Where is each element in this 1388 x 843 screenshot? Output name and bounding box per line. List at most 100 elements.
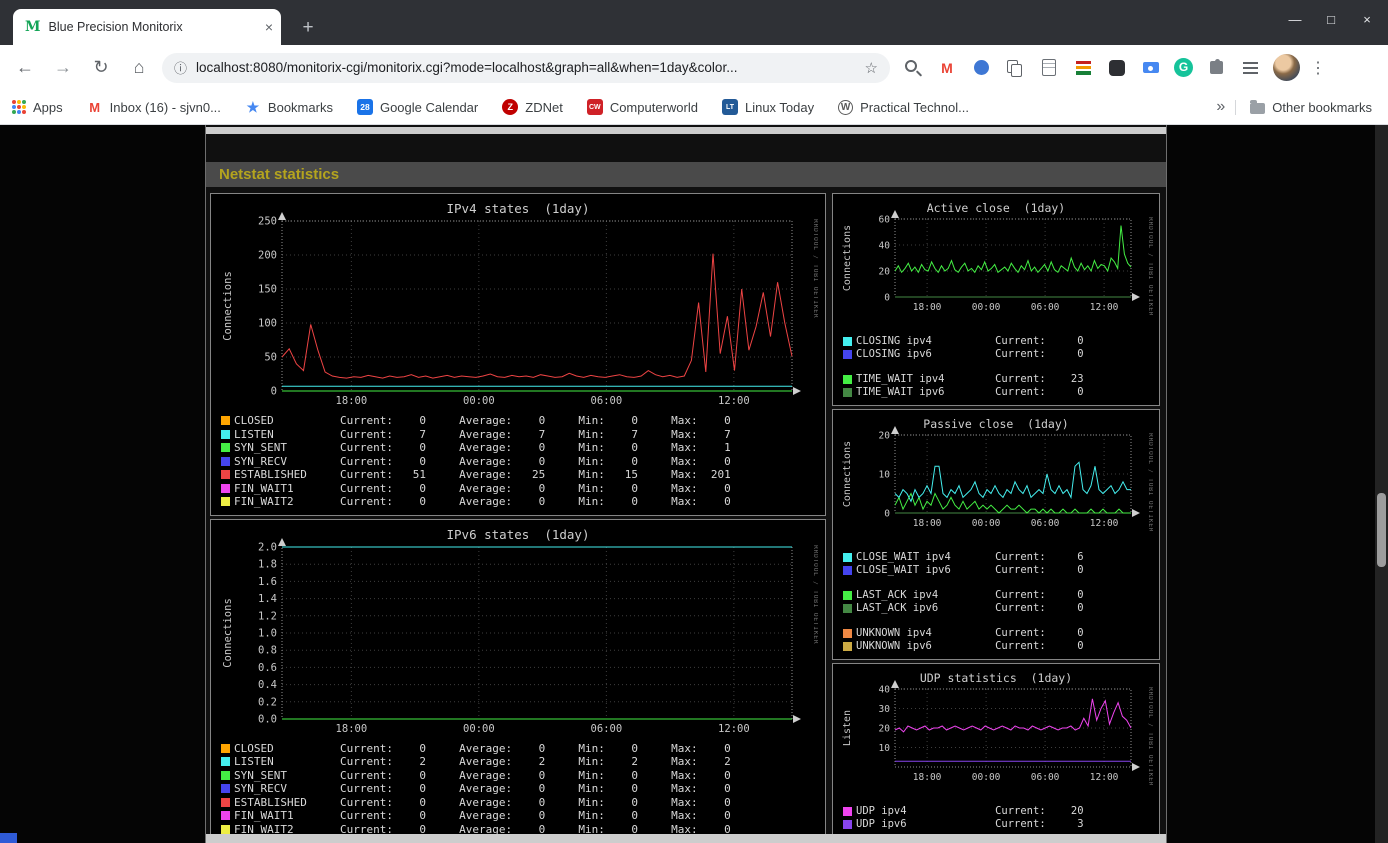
graph-udp-statistics[interactable]: UDP statistics (1day) Listen RRDTOOL / TOB… [839, 669, 1153, 785]
new-tab-button[interactable]: + [295, 15, 321, 41]
tab-close-icon[interactable]: × [265, 19, 273, 35]
svg-text:10: 10 [879, 470, 891, 481]
svg-text:RRDTOOL / TOBI OETIKER: RRDTOOL / TOBI OETIKER [1147, 433, 1153, 531]
close-button[interactable]: × [1360, 12, 1374, 27]
copy-extension-icon[interactable] [1004, 57, 1026, 79]
legend-swatch [843, 553, 852, 562]
svg-text:06:00: 06:00 [1031, 772, 1060, 783]
stack-extension-icon[interactable] [1072, 57, 1094, 79]
legend-row-closed: CLOSED Current: 0 Average: 0 Min: 0 Max:… [211, 742, 825, 756]
other-bookmarks-label: Other bookmarks [1272, 99, 1372, 115]
bookmark-star-icon[interactable]: ☆ [865, 59, 878, 77]
bookmark-apps[interactable]: Apps [12, 100, 63, 115]
back-button[interactable]: ← [12, 57, 38, 78]
bookmark-zdnet[interactable]: Z ZDNet [502, 99, 563, 115]
svg-text:1.0: 1.0 [258, 627, 277, 639]
legend-swatch [221, 743, 230, 753]
svg-text:18:00: 18:00 [913, 772, 942, 783]
monitorix-container: Netstat statistics IPv4 states (1day) Con… [205, 125, 1167, 843]
legend-text: LAST_ACK ipv6 Current: 0 [856, 602, 1084, 614]
svg-text:40: 40 [879, 241, 891, 252]
graphs-column-side: Active close (1day) Connections RRDTOOL / … [832, 193, 1160, 841]
minimize-button[interactable]: — [1288, 12, 1302, 27]
home-button[interactable]: ⌂ [126, 57, 152, 78]
grammarly-extension-icon[interactable]: G [1174, 58, 1193, 77]
legend-row-established: ESTABLISHED Current: 51 Average: 25 Min:… [211, 468, 825, 482]
forward-button[interactable]: → [50, 57, 76, 78]
search-icon[interactable] [902, 57, 924, 79]
svg-text:18:00: 18:00 [913, 518, 942, 529]
legend-text: FIN_WAIT1 Current: 0 Average: 0 Min: 0 M… [234, 481, 731, 495]
svg-text:RRDTOOL / TOBI OETIKER: RRDTOOL / TOBI OETIKER [1147, 687, 1153, 785]
address-bar[interactable]: ⓘ localhost:8080/monitorix-cgi/monitorix… [162, 52, 890, 83]
legend-row-fin_wait1: FIN_WAIT1 Current: 0 Average: 0 Min: 0 M… [211, 482, 825, 496]
bookmark-inbox[interactable]: M Inbox (16) - sjvn0... [87, 99, 221, 115]
legend-swatch [221, 784, 230, 794]
graph-passive-close[interactable]: Passive close (1day) Connections RRDTOOL /… [839, 415, 1153, 531]
url-text[interactable]: localhost:8080/monitorix-cgi/monitorix.c… [196, 60, 857, 75]
camera-extension-icon[interactable] [1140, 57, 1162, 79]
legend-text: CLOSING ipv4 Current: 0 [856, 335, 1084, 347]
star-icon: ★ [246, 98, 260, 115]
legend-row-closing-ipv6: CLOSING ipv6 Current: 0 [833, 348, 1159, 361]
dark-extension-icon[interactable] [1106, 57, 1128, 79]
legend-text: ESTABLISHED Current: 0 Average: 0 Min: 0… [234, 795, 731, 809]
browser-toolbar: ← → ↻ ⌂ ⓘ localhost:8080/monitorix-cgi/m… [0, 45, 1388, 90]
svg-text:RRDTOOL / TOBI OETIKER: RRDTOOL / TOBI OETIKER [1147, 217, 1153, 315]
gmail-extension-icon[interactable]: M [936, 57, 958, 79]
browser-tab[interactable]: M Blue Precision Monitorix × [13, 9, 281, 45]
svg-text:0: 0 [884, 509, 890, 520]
keep-extension-icon[interactable] [970, 57, 992, 79]
site-info-icon[interactable]: ⓘ [174, 58, 187, 77]
bookmark-label: Google Calendar [379, 99, 479, 115]
legend-row-udp-ipv4: UDP ipv4 Current: 20 [833, 805, 1159, 818]
graph-ipv4-states[interactable]: IPv4 states (1day) Connections RRDTOOL / T… [218, 199, 818, 409]
computerworld-icon: CW [586, 99, 603, 115]
legend-row-last_ack-ipv6: LAST_ACK ipv6 Current: 0 [833, 602, 1159, 615]
bookmark-label: Computerworld [609, 99, 698, 115]
profile-avatar[interactable] [1273, 54, 1300, 81]
legend-row-unknown-ipv4: UNKNOWN ipv4 Current: 0 [833, 627, 1159, 640]
scrollbar-thumb[interactable] [1377, 493, 1386, 567]
svg-text:Connections: Connections [222, 271, 234, 341]
browser-menu-icon[interactable]: ⋮ [1310, 57, 1326, 79]
bookmark-label: Apps [33, 99, 63, 115]
bookmarks-overflow-icon[interactable]: » [1206, 98, 1235, 116]
other-bookmarks[interactable]: Other bookmarks [1235, 99, 1372, 115]
svg-text:60: 60 [879, 215, 891, 226]
svg-text:06:00: 06:00 [591, 395, 623, 407]
bookmark-google-calendar[interactable]: 28 Google Calendar [356, 99, 479, 115]
bookmark-computerworld[interactable]: CW Computerworld [586, 99, 698, 115]
calendar-icon: 28 [356, 99, 373, 115]
svg-text:150: 150 [258, 284, 277, 296]
bookmark-bookmarks[interactable]: ★ Bookmarks [245, 99, 333, 115]
bottom-left-fragment [0, 833, 17, 843]
svg-text:18:00: 18:00 [336, 395, 368, 407]
legend-text: FIN_WAIT2 Current: 0 Average: 0 Min: 0 M… [234, 495, 731, 508]
panel-ipv6-states: IPv6 states (1day) Connections RRDTOOL / T… [210, 518, 826, 843]
legend-row-udp-ipv6: UDP ipv6 Current: 3 [833, 818, 1159, 831]
legend-row-closed: CLOSED Current: 0 Average: 0 Min: 0 Max:… [211, 414, 825, 428]
legend-row-fin_wait2: FIN_WAIT2 Current: 0 Average: 0 Min: 0 M… [211, 495, 825, 509]
reading-list-icon[interactable] [1239, 57, 1261, 79]
legend-row-listen: LISTEN Current: 7 Average: 7 Min: 7 Max:… [211, 428, 825, 442]
legend-row-listen: LISTEN Current: 2 Average: 2 Min: 2 Max:… [211, 755, 825, 769]
section-title: Netstat statistics [219, 166, 340, 183]
legend-swatch [843, 604, 852, 613]
maximize-button[interactable]: □ [1324, 12, 1338, 27]
bookmark-practical-technology[interactable]: W Practical Technol... [838, 99, 969, 115]
bookmark-linux-today[interactable]: LT Linux Today [721, 99, 814, 115]
graph-active-close[interactable]: Active close (1day) Connections RRDTOOL / … [839, 199, 1153, 315]
extensions-puzzle-icon[interactable] [1205, 57, 1227, 79]
svg-text:40: 40 [879, 685, 891, 696]
legend-swatch [843, 388, 852, 397]
reload-button[interactable]: ↻ [88, 57, 114, 78]
graph-ipv6-states[interactable]: IPv6 states (1day) Connections RRDTOOL / T… [218, 525, 818, 737]
page-scrollbar[interactable] [1375, 125, 1388, 843]
svg-text:0.2: 0.2 [258, 696, 277, 708]
svg-text:1.8: 1.8 [258, 558, 277, 570]
panel-active-close: Active close (1day) Connections RRDTOOL / … [832, 193, 1160, 406]
legend-swatch [843, 350, 852, 359]
notes-extension-icon[interactable] [1038, 57, 1060, 79]
zdnet-icon: Z [502, 99, 519, 115]
